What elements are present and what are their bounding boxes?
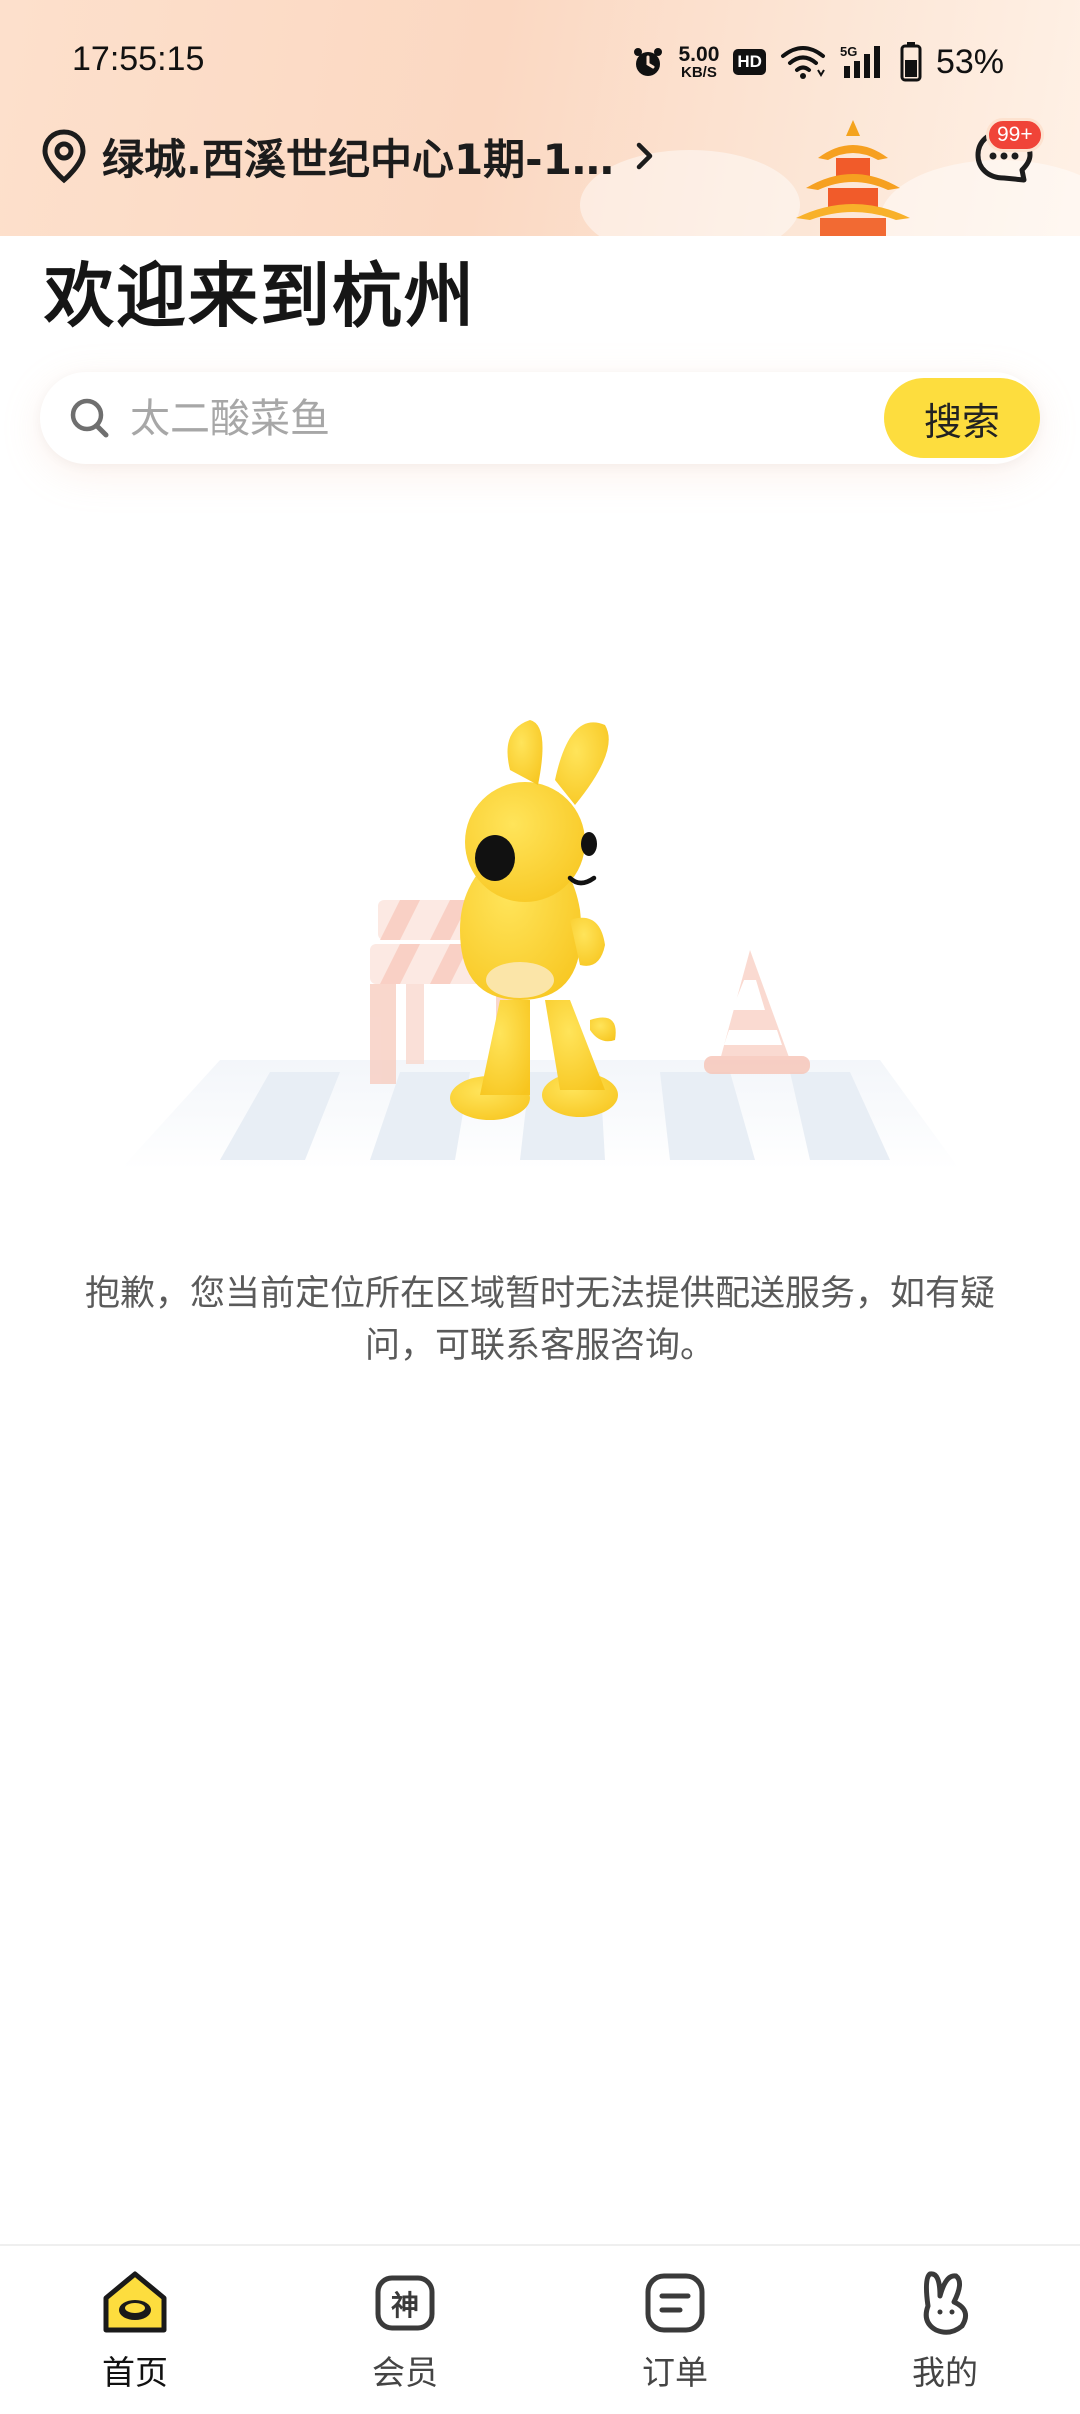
tab-home[interactable]: 首页 xyxy=(0,2246,270,2414)
page-title: 欢迎来到杭州 xyxy=(44,255,476,337)
network-speed-value: 5.00 xyxy=(678,43,720,66)
status-indicators: 5.00 KB/S HD 5G 53% xyxy=(631,38,1004,86)
pagoda-decoration-icon xyxy=(796,120,910,236)
cellular-signal-icon: 5G xyxy=(840,44,880,78)
signal-5g-label: 5G xyxy=(840,44,857,59)
member-icon: 神 xyxy=(375,2275,435,2331)
status-time: 17:55:15 xyxy=(72,40,205,78)
search-icon xyxy=(70,398,109,438)
wifi-icon xyxy=(780,46,825,79)
battery-icon xyxy=(900,42,922,82)
alarm-icon xyxy=(633,48,662,76)
empty-state-message: 抱歉，您当前定位所在区域暂时无法提供配送服务，如有疑问，可联系客服咨询。 xyxy=(84,1274,995,1366)
location-pin-icon xyxy=(42,129,86,184)
bottom-tab-bar: 首页 神 会员 订单 我的 xyxy=(0,2244,1080,2414)
order-icon xyxy=(645,2273,705,2333)
search-input[interactable] xyxy=(128,386,892,452)
tab-orders[interactable]: 订单 xyxy=(540,2246,810,2414)
network-speed: 5.00 KB/S xyxy=(679,44,720,80)
status-bar: 17:55:15 5.00 KB/S HD 5G 53% xyxy=(0,0,1080,120)
profile-icon xyxy=(923,2271,969,2335)
tab-label: 我的 xyxy=(912,2353,978,2392)
search-button[interactable]: 搜索 xyxy=(884,378,1040,458)
network-speed-unit: KB/S xyxy=(681,64,717,81)
chevron-right-icon xyxy=(634,140,656,172)
home-icon xyxy=(103,2271,167,2333)
svg-text:神: 神 xyxy=(391,2289,419,2322)
empty-state-illustration xyxy=(120,720,960,1170)
tab-member[interactable]: 神 会员 xyxy=(270,2246,540,2414)
header: 17:55:15 5.00 KB/S HD 5G 53% 绿城.西溪世纪中心1期… xyxy=(0,0,1080,236)
search-bar: 搜索 xyxy=(40,372,1040,464)
tab-label: 会员 xyxy=(372,2353,438,2392)
hd-badge: HD xyxy=(733,49,766,75)
tab-label: 首页 xyxy=(102,2353,168,2392)
tab-label: 订单 xyxy=(642,2353,708,2392)
battery-percent: 53% xyxy=(935,42,1004,81)
message-count-badge: 99+ xyxy=(986,118,1044,152)
location-address: 绿城.西溪世纪中心1期-1… xyxy=(102,134,614,184)
tab-profile[interactable]: 我的 xyxy=(810,2246,1080,2414)
location-selector[interactable]: 绿城.西溪世纪中心1期-1… xyxy=(40,126,656,186)
